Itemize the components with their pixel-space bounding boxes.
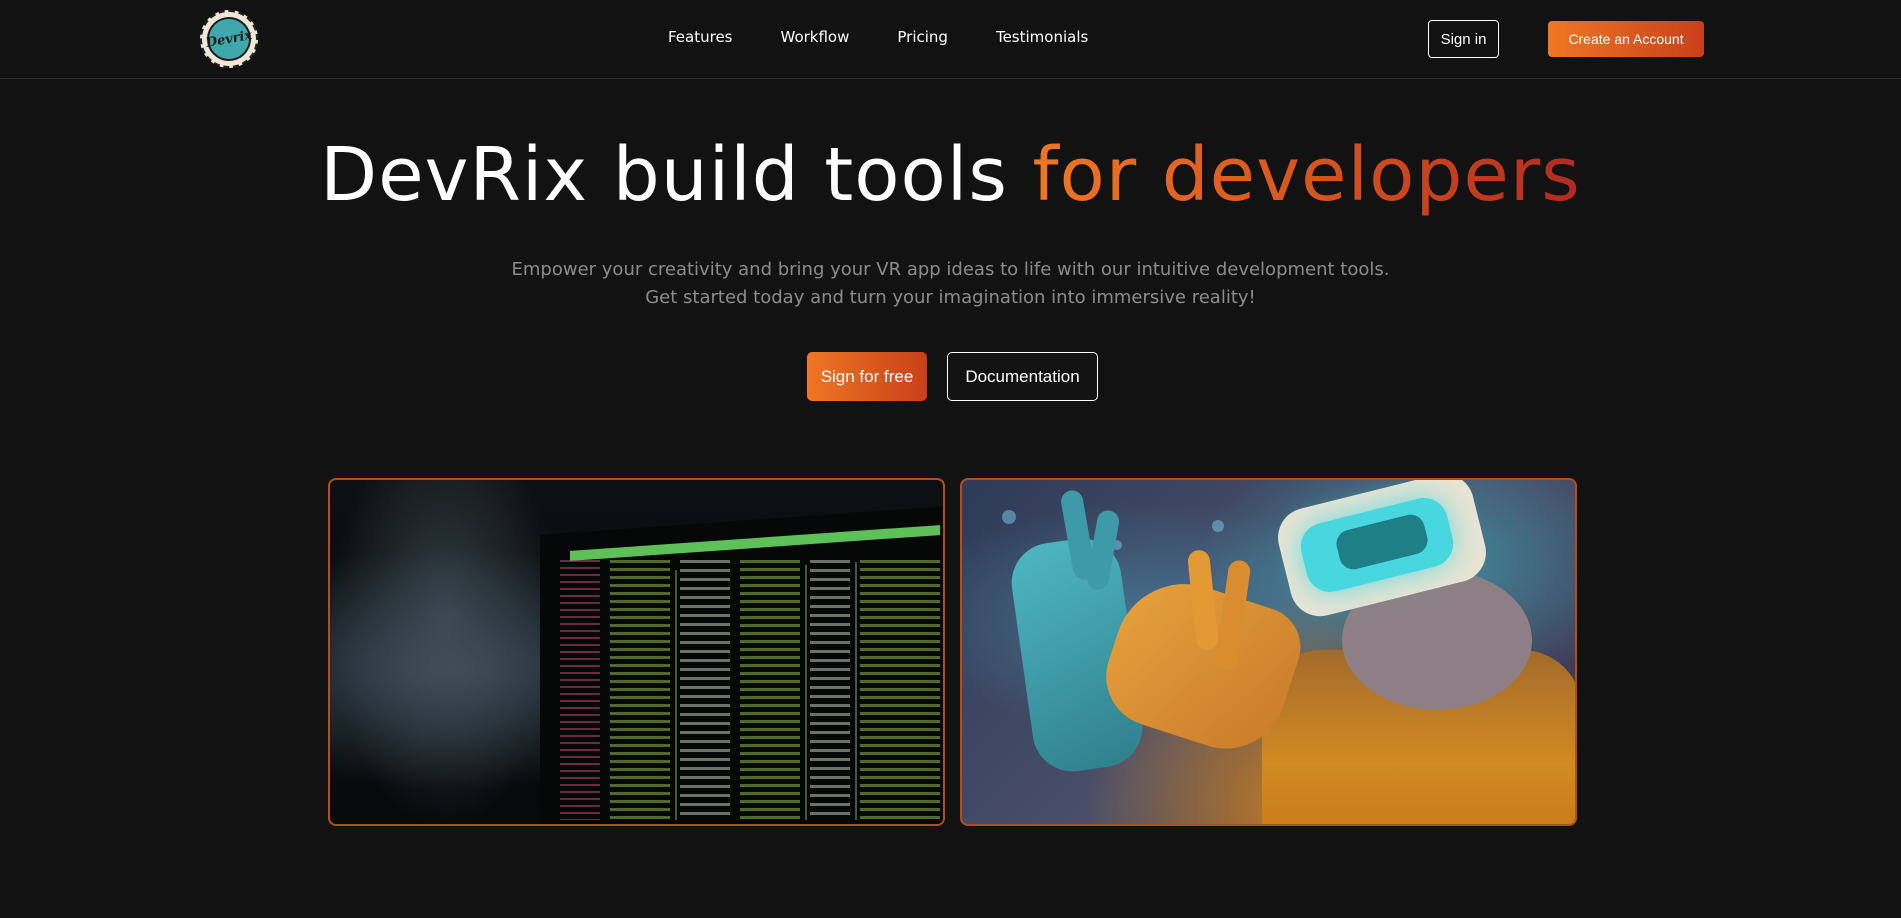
terminal-text-block bbox=[860, 560, 940, 820]
nav-link-features[interactable]: Features bbox=[668, 28, 733, 46]
terminal-screen-photo bbox=[328, 478, 945, 826]
hero-title-main: DevRix build tools bbox=[320, 132, 1033, 218]
logo-text: Devrix bbox=[204, 27, 254, 51]
main-nav: Features Workflow Pricing Testimonials bbox=[668, 28, 1088, 46]
nav-link-testimonials[interactable]: Testimonials bbox=[996, 28, 1088, 46]
sign-for-free-button[interactable]: Sign for free bbox=[807, 352, 927, 401]
bokeh-light bbox=[1212, 520, 1224, 532]
nav-link-pricing[interactable]: Pricing bbox=[897, 28, 948, 46]
hero-title-accent: for developers bbox=[1032, 132, 1581, 218]
documentation-button[interactable]: Documentation bbox=[947, 352, 1098, 401]
terminal-text-block bbox=[560, 560, 600, 820]
bokeh-light bbox=[1002, 510, 1016, 524]
terminal-text-block bbox=[740, 560, 800, 820]
blurred-figure bbox=[330, 480, 560, 824]
nav-link-workflow[interactable]: Workflow bbox=[781, 28, 850, 46]
hero-subtitle: Empower your creativity and bring your V… bbox=[0, 256, 1901, 312]
create-account-button[interactable]: Create an Account bbox=[1548, 21, 1704, 57]
terminal-text-block bbox=[810, 560, 850, 820]
top-navbar: Devrix Features Workflow Pricing Testimo… bbox=[0, 0, 1901, 79]
terminal-text-block bbox=[610, 560, 670, 820]
hero-subtitle-line2: Get started today and turn your imaginat… bbox=[645, 287, 1256, 308]
logo-badge: Devrix bbox=[203, 13, 255, 65]
sign-in-button[interactable]: Sign in bbox=[1428, 20, 1499, 58]
terminal-divider bbox=[805, 565, 807, 820]
vr-headset-person-photo bbox=[960, 478, 1577, 826]
terminal-divider bbox=[675, 570, 677, 820]
hero-title: DevRix build tools for developers bbox=[0, 132, 1901, 218]
terminal-text-block bbox=[680, 560, 730, 820]
terminal-divider bbox=[855, 562, 857, 820]
devrix-logo[interactable]: Devrix bbox=[200, 10, 258, 68]
hero-subtitle-line1: Empower your creativity and bring your V… bbox=[511, 259, 1390, 280]
